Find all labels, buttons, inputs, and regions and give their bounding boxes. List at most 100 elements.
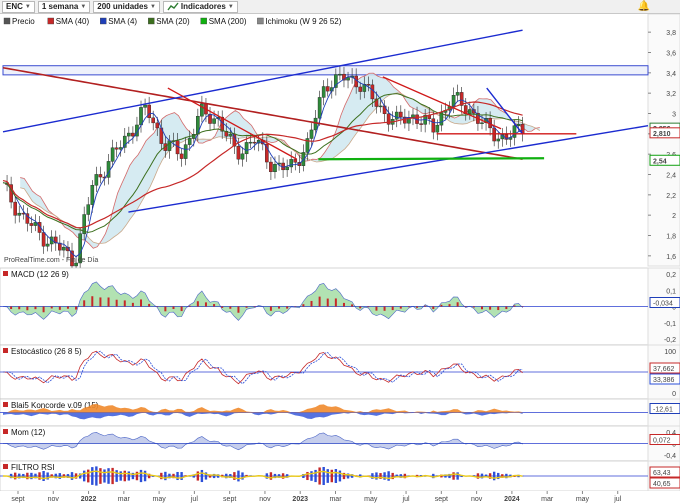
macd-histogram-bar [407, 306, 410, 308]
price-tick-label: 3,6 [666, 51, 676, 58]
x-tick-label: jul [613, 496, 621, 503]
legend-label: SMA (20) [156, 17, 190, 26]
legend-swatch [3, 17, 11, 25]
candle-body [378, 105, 383, 108]
candle-body [94, 174, 99, 186]
candle-body [411, 114, 415, 118]
macd-histogram-bar [497, 306, 500, 311]
macd-histogram-bar [213, 304, 216, 307]
macd-histogram-bar [18, 306, 21, 310]
x-tick-label: mar [541, 496, 554, 503]
candle-body [127, 132, 131, 137]
chevron-down-icon: ▼ [149, 3, 156, 10]
rsi-bar [200, 469, 204, 483]
candle-body [313, 117, 318, 131]
candle-body [370, 84, 375, 100]
candle-body [325, 86, 330, 92]
candle-body [321, 86, 326, 98]
candle-body [139, 107, 143, 126]
candle-body [17, 212, 22, 216]
macd-histogram-bar [204, 302, 207, 307]
chevron-down-icon: ▼ [227, 3, 234, 10]
stoch_panel-badge-label: 33,386 [653, 377, 675, 384]
candle-body [431, 118, 436, 133]
x-tick-label: sept [11, 496, 24, 503]
rsi-bar [127, 471, 131, 481]
macd-histogram-bar [342, 302, 345, 307]
panel-icon [3, 271, 8, 276]
rsi-bar [492, 471, 496, 481]
x-tick-label: mar [118, 496, 131, 503]
macd-histogram-bar [131, 302, 134, 307]
legend-swatch [200, 17, 207, 25]
candle-body [179, 153, 184, 159]
price-tick-label: 3 [672, 112, 676, 119]
period-selector[interactable]: 1 semana ▼ [37, 0, 91, 13]
candle-body [143, 104, 147, 108]
legend-label: SMA (200) [209, 17, 247, 26]
macd-histogram-bar [480, 306, 483, 310]
indicators-icon [167, 2, 179, 12]
x-tick-label: sept [435, 496, 448, 503]
x-tick-label: 2022 [81, 496, 97, 503]
price-badge-label: 2,54 [653, 158, 667, 165]
x-tick-label: nov [471, 496, 483, 503]
macd-histogram-bar [221, 306, 224, 308]
rsi-bar [456, 472, 459, 480]
candle-body [419, 123, 423, 125]
rsi-bar [338, 470, 342, 482]
rsi-bar [375, 472, 378, 480]
legend-swatch [257, 17, 264, 25]
sma200-support [318, 157, 545, 161]
candle-body [98, 174, 103, 178]
macd-histogram-bar [302, 304, 305, 307]
price-bg [0, 14, 648, 266]
candle-body [354, 75, 358, 88]
price-tick-label: 2,4 [666, 173, 676, 180]
rsi-bar [306, 471, 309, 481]
macd-histogram-bar [391, 306, 394, 311]
rsi_panel-badge-label: 63,43 [653, 470, 671, 477]
macd-histogram-bar [253, 306, 256, 308]
units-selector[interactable]: 200 unidades ▼ [93, 0, 160, 13]
candle-body [358, 86, 363, 92]
candle-body [151, 117, 155, 124]
alert-bell-icon[interactable]: 🔔 [638, 1, 650, 12]
rsi-bar [115, 470, 118, 482]
candle-body [480, 122, 484, 124]
macd-histogram-bar [245, 306, 248, 308]
indicators-label: Indicadores [180, 2, 226, 11]
macd-histogram-bar [107, 297, 110, 307]
period-label: 1 semana [41, 2, 79, 11]
macd-histogram-bar [440, 304, 443, 307]
x-tick-label: may [364, 496, 378, 503]
macd-histogram-bar [351, 304, 354, 307]
macd-histogram-bar [513, 305, 516, 307]
candle-body [62, 246, 66, 251]
indicator-panels: MACD (12 26 9) 0,2 0,1 0 -0,1 -0,2 -0,034 Estoc… [0, 267, 680, 492]
candle-body [45, 243, 50, 247]
rsi-bar [42, 471, 45, 481]
rsi-bar [164, 471, 167, 481]
rsi-bar [452, 472, 455, 480]
rsi-bar [82, 470, 86, 482]
indicators-button[interactable]: Indicadores ▼ [162, 0, 238, 13]
rsi-bar [176, 471, 179, 481]
rsi_panel-title: FILTRO RSI [11, 463, 54, 472]
chart-area[interactable]: 3,83,63,43,232,82,62,42,221,81,6PrecioSM… [0, 14, 680, 503]
candle-body [269, 161, 273, 173]
symbol-selector[interactable]: ENC ▼ [2, 0, 35, 13]
macd-histogram-bar [286, 306, 289, 309]
x-tick-label: jul [190, 496, 198, 503]
x-tick-label: jul [402, 496, 410, 503]
macd_panel-tick-label: -0,1 [664, 321, 676, 328]
rsi-bar [139, 469, 143, 483]
rsi-bar [99, 468, 102, 484]
macd-histogram-bar [424, 305, 427, 307]
legend-label: SMA (40) [56, 17, 90, 26]
macd-histogram-bar [416, 306, 419, 308]
rsi-bar [310, 471, 313, 481]
macd-histogram-bar [83, 300, 86, 307]
candle-body [435, 124, 440, 133]
rsi-bar [334, 469, 338, 483]
